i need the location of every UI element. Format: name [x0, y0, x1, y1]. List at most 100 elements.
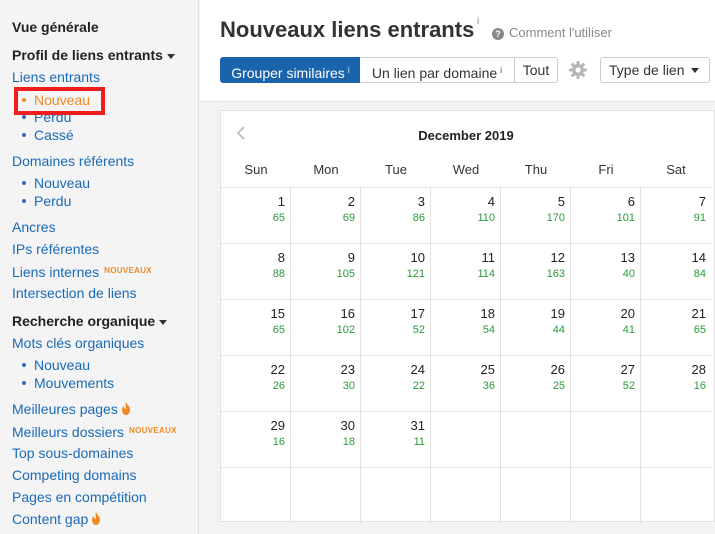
- weekday-label: Sat: [666, 162, 686, 177]
- sidebar-item-anchors[interactable]: Ancres: [12, 218, 56, 236]
- new-links-count[interactable]: 86: [413, 212, 425, 224]
- sidebar-item-top-pages[interactable]: Meilleures pages: [12, 400, 131, 418]
- new-links-count[interactable]: 105: [337, 268, 355, 280]
- new-links-count[interactable]: 11: [414, 436, 425, 448]
- sidebar-item-competing-domains[interactable]: Competing domains: [12, 466, 137, 484]
- calendar-day-cell[interactable]: 8 88: [221, 243, 291, 299]
- calendar-day-cell[interactable]: 15 65: [221, 299, 291, 355]
- calendar-day-cell[interactable]: 10 121: [361, 243, 431, 299]
- new-links-count[interactable]: 121: [407, 268, 425, 280]
- day-number: 11: [481, 250, 496, 265]
- new-links-count[interactable]: 36: [483, 380, 495, 392]
- sidebar-organic-search[interactable]: Recherche organique: [12, 312, 168, 330]
- weekday-label: Mon: [313, 162, 339, 177]
- calendar-day-cell[interactable]: 12 163: [501, 243, 571, 299]
- new-links-count[interactable]: 30: [343, 380, 355, 392]
- new-links-count[interactable]: 16: [694, 380, 706, 392]
- new-links-count[interactable]: 69: [343, 212, 355, 224]
- sidebar-backlinks-profile[interactable]: Profil de liens entrants: [12, 46, 175, 64]
- calendar-day-cell[interactable]: 28 16: [641, 355, 711, 411]
- calendar-day-cell[interactable]: 31 11: [361, 411, 431, 467]
- calendar-day-cell[interactable]: 9 105: [291, 243, 361, 299]
- new-links-count[interactable]: 65: [273, 324, 285, 336]
- new-links-count[interactable]: 18: [343, 436, 355, 448]
- calendar: December 2019 Sun Mon Tue Wed Thu Fri Sa…: [220, 110, 715, 523]
- calendar-day-cell[interactable]: 1 65: [221, 187, 291, 243]
- calendar-day-cell[interactable]: 21 65: [641, 299, 711, 355]
- calendar-day-cell[interactable]: 2 69: [291, 187, 361, 243]
- new-links-count[interactable]: 88: [273, 268, 285, 280]
- sidebar-item-referring-domains[interactable]: Domaines référents: [12, 152, 134, 170]
- calendar-day-cell[interactable]: 20 41: [571, 299, 641, 355]
- calendar-day-cell[interactable]: 24 22: [361, 355, 431, 411]
- new-links-count[interactable]: 40: [623, 268, 635, 280]
- all-button[interactable]: Tout: [515, 57, 558, 83]
- sidebar-item-top-subdomains[interactable]: Top sous-domaines: [12, 444, 133, 462]
- help-label: Comment l'utiliser: [509, 25, 612, 40]
- sidebar-item-link-intersect[interactable]: Intersection de liens: [12, 284, 137, 302]
- sidebar-item-backlinks[interactable]: Liens entrants: [12, 68, 100, 86]
- new-links-count[interactable]: 54: [483, 324, 495, 336]
- sidebar-item-label: Perdu: [34, 193, 72, 209]
- sidebar-item-internal-links[interactable]: Liens internes NOUVEAUX: [12, 262, 152, 281]
- new-links-count[interactable]: 25: [553, 380, 565, 392]
- new-links-count[interactable]: 52: [413, 324, 425, 336]
- new-links-count[interactable]: 44: [553, 324, 565, 336]
- calendar-day-cell[interactable]: 25 36: [431, 355, 501, 411]
- new-links-count[interactable]: 41: [623, 324, 635, 336]
- sidebar-item-organic-new[interactable]: Nouveau: [22, 356, 90, 374]
- new-links-count[interactable]: 65: [694, 324, 706, 336]
- sidebar-item-top-folders[interactable]: Meilleurs dossiers NOUVEAUX: [12, 422, 177, 441]
- new-links-count[interactable]: 101: [617, 212, 635, 224]
- sidebar-item-organic-movements[interactable]: Mouvements: [22, 374, 114, 392]
- sidebar-item-competing-pages[interactable]: Pages en compétition: [12, 488, 147, 506]
- sidebar-item-backlinks-broken[interactable]: Cassé: [22, 126, 74, 144]
- calendar-day-cell[interactable]: 16 102: [291, 299, 361, 355]
- calendar-day-cell[interactable]: 4 110: [431, 187, 501, 243]
- calendar-day-cell[interactable]: 26 25: [501, 355, 571, 411]
- info-icon[interactable]: i: [477, 16, 479, 27]
- link-type-select[interactable]: Type de lien: [600, 57, 710, 83]
- calendar-day-cell[interactable]: 18 54: [431, 299, 501, 355]
- calendar-day-cell[interactable]: 13 40: [571, 243, 641, 299]
- one-link-per-domain-label: Un lien par domaine: [371, 65, 498, 81]
- new-links-count[interactable]: 16: [273, 436, 285, 448]
- calendar-day-cell[interactable]: 29 16: [221, 411, 291, 467]
- calendar-day-cell[interactable]: 22 26: [221, 355, 291, 411]
- calendar-day-cell[interactable]: 27 52: [571, 355, 641, 411]
- sidebar-item-referring-new[interactable]: Nouveau: [22, 174, 90, 192]
- weekday-label: Sun: [244, 162, 268, 177]
- calendar-day-cell[interactable]: 11 114: [431, 243, 501, 299]
- calendar-day-cell[interactable]: 14 84: [641, 243, 711, 299]
- new-links-count[interactable]: 91: [694, 212, 706, 224]
- new-links-count[interactable]: 65: [273, 212, 285, 224]
- new-links-count[interactable]: 84: [694, 268, 706, 280]
- help-link[interactable]: ? Comment l'utiliser: [492, 25, 612, 40]
- calendar-day-cell[interactable]: 7 91: [641, 187, 711, 243]
- sidebar-item-referring-lost[interactable]: Perdu: [22, 192, 71, 210]
- group-similar-button[interactable]: Grouper similaires i: [220, 57, 361, 83]
- gear-icon[interactable]: [568, 60, 588, 80]
- new-links-count[interactable]: 170: [547, 212, 565, 224]
- calendar-day-cell[interactable]: 19 44: [501, 299, 571, 355]
- calendar-day-cell[interactable]: 5 170: [501, 187, 571, 243]
- one-link-per-domain-button[interactable]: Un lien par domaine i: [360, 57, 515, 83]
- new-links-count[interactable]: 52: [623, 380, 635, 392]
- new-links-count[interactable]: 22: [413, 380, 425, 392]
- day-number: 8: [277, 250, 285, 265]
- sidebar-item-referring-ips[interactable]: IPs référentes: [12, 240, 99, 258]
- info-icon: i: [500, 65, 503, 75]
- new-links-count[interactable]: 114: [477, 268, 495, 280]
- calendar-day-cell[interactable]: 6 101: [571, 187, 641, 243]
- calendar-day-cell[interactable]: 3 86: [361, 187, 431, 243]
- new-links-count[interactable]: 163: [547, 268, 565, 280]
- calendar-day-cell[interactable]: 17 52: [361, 299, 431, 355]
- sidebar-item-content-gap[interactable]: Content gap: [12, 510, 101, 528]
- calendar-day-cell[interactable]: 30 18: [291, 411, 361, 467]
- new-links-count[interactable]: 102: [337, 324, 355, 336]
- new-links-count[interactable]: 110: [477, 212, 495, 224]
- new-links-count[interactable]: 26: [273, 380, 285, 392]
- sidebar-overview[interactable]: Vue générale: [12, 18, 99, 36]
- calendar-day-cell[interactable]: 23 30: [291, 355, 361, 411]
- sidebar-item-organic-keywords[interactable]: Mots clés organiques: [12, 334, 144, 352]
